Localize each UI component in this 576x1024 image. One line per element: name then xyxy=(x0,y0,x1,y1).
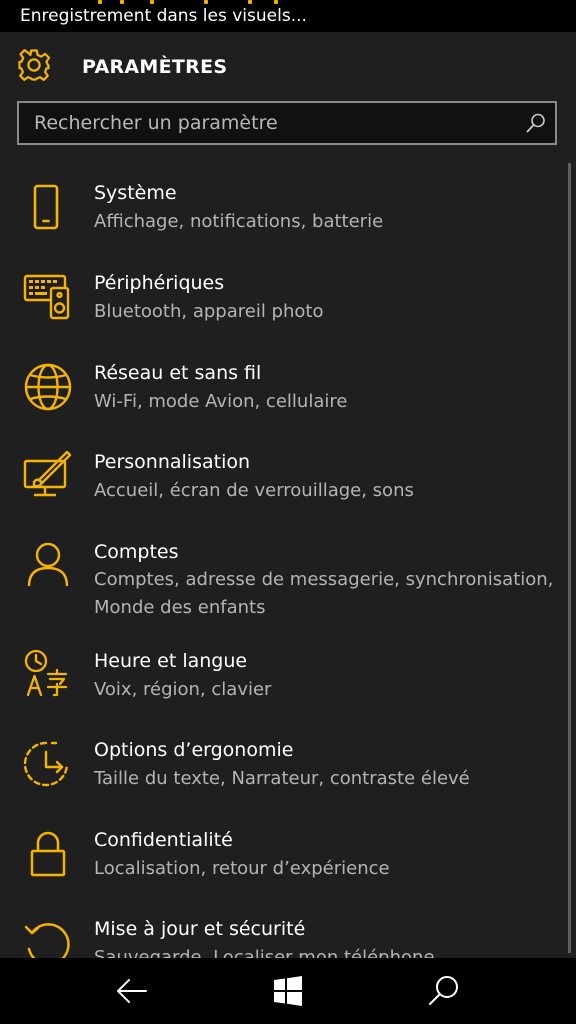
globe-icon xyxy=(22,361,74,413)
search-icon xyxy=(429,976,458,1005)
settings-item-comptes[interactable]: Comptes Comptes, adresse de messagerie, … xyxy=(0,539,560,639)
back-button[interactable] xyxy=(110,970,154,1014)
paintbrush-monitor-icon xyxy=(22,449,74,501)
devices-icon xyxy=(22,272,74,324)
settings-item-subtitle: Accueil, écran de verrouillage, sons xyxy=(94,480,414,501)
settings-item-ergonomie[interactable]: Options d’ergonomie Taille du texte, Nar… xyxy=(0,738,560,818)
windows-logo-icon xyxy=(274,976,302,1006)
search-input[interactable] xyxy=(19,103,509,143)
search-box[interactable] xyxy=(17,101,557,145)
clock-language-icon xyxy=(22,648,74,700)
page-header: PARAMÈTRES xyxy=(0,32,576,96)
settings-item-title: Mise à jour et sécurité xyxy=(94,918,306,940)
person-icon xyxy=(22,539,74,591)
settings-item-subtitle: Localisation, retour d’expérience xyxy=(94,858,390,879)
settings-item-subtitle: Comptes, adresse de messagerie, synchron… xyxy=(94,569,554,618)
navigation-bar xyxy=(0,958,576,1024)
settings-item-title: Heure et langue xyxy=(94,650,248,672)
status-text: Enregistrement dans les visuels... xyxy=(20,6,307,26)
home-button[interactable] xyxy=(266,970,310,1014)
settings-item-title: Personnalisation xyxy=(94,451,251,473)
settings-item-heure-langue[interactable]: Heure et langue Voix, région, clavier xyxy=(0,648,560,728)
settings-item-title: Options d’ergonomie xyxy=(94,739,294,761)
page-title: PARAMÈTRES xyxy=(82,56,228,78)
settings-item-title: Comptes xyxy=(94,541,179,563)
settings-item-peripheriques[interactable]: Périphériques Bluetooth, appareil photo xyxy=(0,270,560,350)
search-icon[interactable] xyxy=(525,112,547,134)
settings-item-personnalisation[interactable]: Personnalisation Accueil, écran de verro… xyxy=(0,449,560,529)
settings-item-title: Système xyxy=(94,182,177,204)
status-bar: Enregistrement dans les visuels... xyxy=(0,0,576,32)
settings-item-subtitle: Taille du texte, Narrateur, contraste él… xyxy=(94,768,470,789)
gear-icon xyxy=(16,47,52,83)
phone-icon xyxy=(22,184,74,236)
settings-item-systeme[interactable]: Système Affichage, notifications, batter… xyxy=(0,180,560,260)
settings-list: Système Affichage, notifications, batter… xyxy=(0,160,576,958)
settings-item-subtitle: Sauvegarde, Localiser mon téléphone xyxy=(94,947,435,958)
back-arrow-icon xyxy=(117,979,147,1003)
ease-of-access-icon xyxy=(22,738,74,790)
search-button[interactable] xyxy=(422,970,466,1014)
settings-item-subtitle: Voix, région, clavier xyxy=(94,679,272,700)
settings-item-subtitle: Affichage, notifications, batterie xyxy=(94,211,384,232)
settings-item-confidentialite[interactable]: Confidentialité Localisation, retour d’e… xyxy=(0,827,560,907)
settings-item-subtitle: Bluetooth, appareil photo xyxy=(94,301,324,322)
settings-item-mise-a-jour[interactable]: Mise à jour et sécurité Sauvegarde, Loca… xyxy=(0,917,560,958)
lock-icon xyxy=(22,829,74,881)
settings-item-title: Réseau et sans fil xyxy=(94,362,262,384)
status-progress-dots xyxy=(28,0,288,4)
settings-screen: Enregistrement dans les visuels... PARAM… xyxy=(0,0,576,1024)
settings-item-subtitle: Wi-Fi, mode Avion, cellulaire xyxy=(94,391,348,412)
settings-item-title: Confidentialité xyxy=(94,829,233,851)
settings-item-reseau[interactable]: Réseau et sans fil Wi-Fi, mode Avion, ce… xyxy=(0,359,560,439)
settings-item-title: Périphériques xyxy=(94,272,225,294)
update-icon xyxy=(22,919,74,958)
